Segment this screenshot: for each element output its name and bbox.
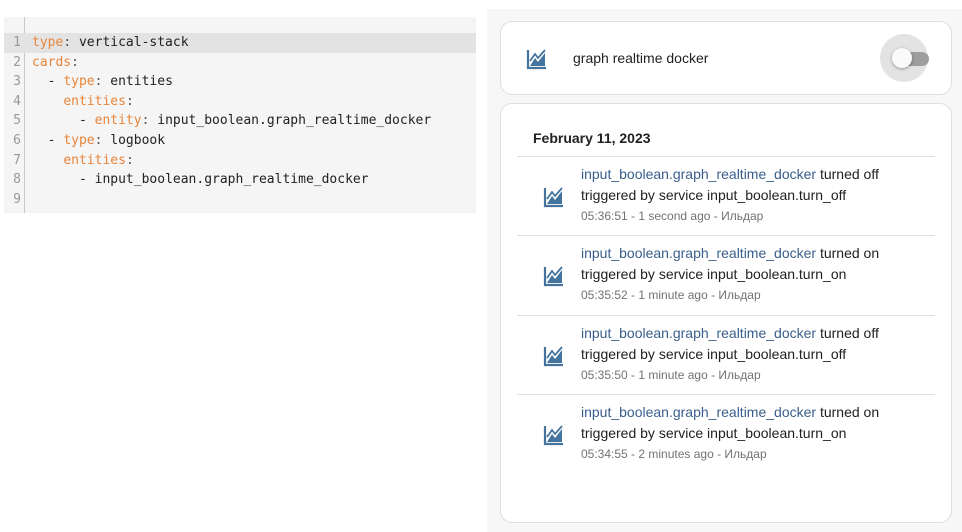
chart-line-icon[interactable] (526, 48, 548, 70)
line-number: 3 (13, 74, 21, 90)
log-trigger: triggered by service input_boolean.turn_… (581, 425, 847, 441)
yaml-key: type (63, 132, 95, 148)
line-number: 1 (13, 35, 21, 50)
log-action: turned on (816, 245, 880, 261)
yaml-key: entities (63, 152, 126, 168)
code-line[interactable]: 9 (4, 190, 476, 210)
yaml-key: type (63, 74, 95, 90)
code-line[interactable]: 7 entities: (4, 151, 476, 171)
chart-line-icon (543, 345, 565, 367)
entities-card: graph realtime docker (500, 21, 952, 95)
yaml-value: vertical-stack (78, 35, 189, 50)
logbook-date-heading: February 11, 2023 (533, 130, 651, 146)
logbook-entry: input_boolean.graph_realtime_docker turn… (517, 394, 935, 474)
card-preview-panel: graph realtime docker February 11, 2023 … (487, 9, 962, 532)
entity-name[interactable]: graph realtime docker (573, 50, 708, 66)
log-timestamp: 05:35:50 - 1 minute ago - Ильдар (581, 368, 761, 382)
code-line[interactable]: 6 - type: logbook (4, 131, 476, 151)
yaml-value: entities (110, 74, 173, 90)
yaml-code-editor[interactable]: 1 type: vertical-stack 2 cards: 3 - type… (4, 17, 476, 213)
line-number: 4 (13, 93, 21, 109)
entity-link[interactable]: input_boolean.graph_realtime_docker (581, 166, 816, 182)
line-number: 7 (13, 152, 21, 168)
code-line[interactable]: 5 - entity: input_boolean.graph_realtime… (4, 111, 476, 131)
yaml-value: input_boolean.graph_realtime_docker (157, 113, 432, 129)
log-trigger: triggered by service input_boolean.turn_… (581, 346, 847, 362)
log-timestamp: 05:35:52 - 1 minute ago - Ильдар (581, 288, 761, 302)
yaml-key: cards (32, 54, 72, 70)
log-timestamp: 05:36:51 - 1 second ago - Ильдар (581, 209, 764, 223)
yaml-key: type (32, 35, 64, 50)
logbook-card: February 11, 2023 input_boolean.graph_re… (500, 103, 952, 523)
yaml-value: input_boolean.graph_realtime_docker (94, 172, 369, 188)
line-number: 9 (13, 191, 21, 207)
log-action: turned on (816, 404, 880, 420)
log-timestamp: 05:34:55 - 2 minutes ago - Ильдар (581, 447, 767, 461)
yaml-key: entities (63, 93, 126, 109)
code-line[interactable]: 3 - type: entities (4, 72, 476, 92)
line-number: 6 (13, 132, 21, 148)
code-line[interactable]: 2 cards: (4, 53, 476, 73)
code-line[interactable]: 4 entities: (4, 92, 476, 112)
log-trigger: triggered by service input_boolean.turn_… (581, 266, 847, 282)
line-number: 2 (13, 54, 21, 70)
chart-line-icon (543, 424, 565, 446)
logbook-entry: input_boolean.graph_realtime_docker turn… (517, 156, 935, 236)
log-action: turned off (816, 166, 879, 182)
entity-link[interactable]: input_boolean.graph_realtime_docker (581, 404, 816, 420)
code-line[interactable]: 8 - input_boolean.graph_realtime_docker (4, 170, 476, 190)
chart-line-icon (543, 265, 565, 287)
yaml-key: entity (94, 113, 142, 129)
code-lines: 1 type: vertical-stack 2 cards: 3 - type… (4, 33, 476, 209)
entity-link[interactable]: input_boolean.graph_realtime_docker (581, 245, 816, 261)
toggle-knob[interactable] (892, 48, 912, 68)
entity-link[interactable]: input_boolean.graph_realtime_docker (581, 325, 816, 341)
log-action: turned off (816, 325, 879, 341)
yaml-value: logbook (110, 132, 166, 148)
code-line[interactable]: 1 type: vertical-stack (4, 33, 476, 53)
line-number: 8 (13, 172, 21, 188)
logbook-entry: input_boolean.graph_realtime_docker turn… (517, 315, 935, 395)
line-number: 5 (13, 113, 21, 129)
log-trigger: triggered by service input_boolean.turn_… (581, 187, 847, 203)
chart-line-icon (543, 186, 565, 208)
logbook-entry: input_boolean.graph_realtime_docker turn… (517, 235, 935, 315)
